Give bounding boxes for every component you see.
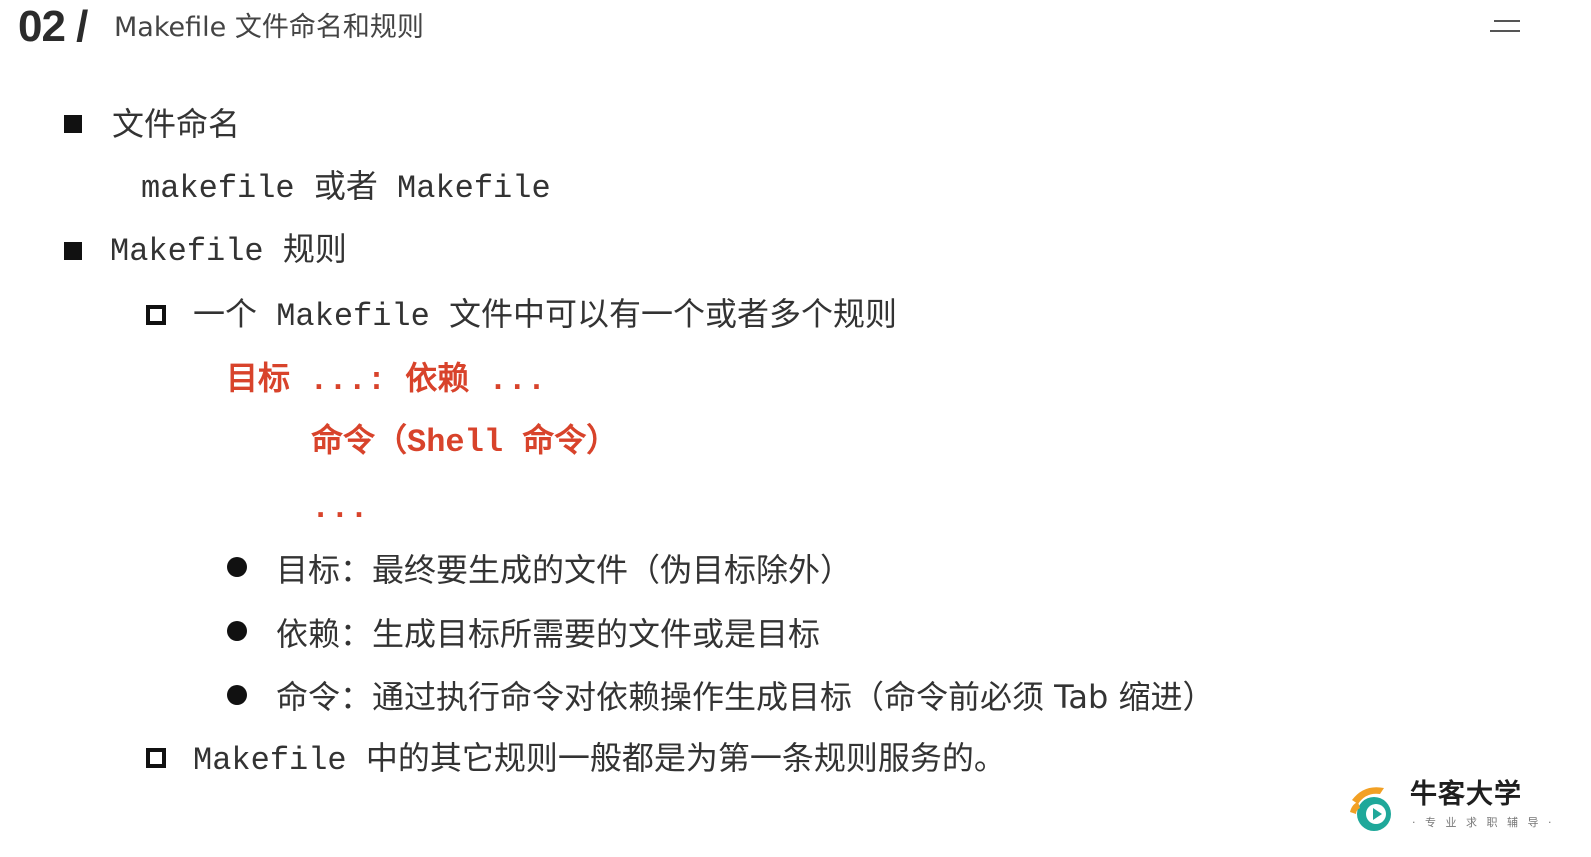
dot-bullet — [227, 557, 247, 577]
syntax-ellipsis-line: ... — [311, 490, 369, 527]
section-file-naming-title: 文件命名 — [112, 105, 241, 143]
file-naming-detail: makefile 或者 Makefile — [141, 170, 551, 207]
dot-bullet — [227, 621, 247, 641]
niuke-logo-icon — [1350, 787, 1391, 831]
hollow-square-bullet — [146, 748, 166, 768]
syntax-command-line: 命令（Shell 命令） — [311, 424, 619, 461]
bullet-command-definition: 命令：通过执行命令对依赖操作生成目标（命令前必须 Tab 缩进） — [276, 678, 1215, 716]
slide-title: Makefile 文件命名和规则 — [114, 12, 424, 43]
filled-square-bullet — [64, 242, 82, 260]
section-makefile-rules-title: Makefile 规则 — [110, 233, 347, 270]
other-rules-note: Makefile 中的其它规则一般都是为第一条规则服务的。 — [193, 742, 1006, 779]
logo-name: 牛客大学 — [1410, 779, 1522, 810]
logo-tagline: · 专 业 求 职 辅 导 · — [1412, 816, 1555, 829]
menu-icon[interactable] — [1490, 14, 1524, 38]
dot-bullet — [227, 685, 247, 705]
syntax-target-line: 目标 ...: 依赖 ... — [226, 362, 547, 399]
niuke-university-logo: 牛客大学 · 专 业 求 职 辅 导 · — [1346, 776, 1551, 840]
bullet-target-definition: 目标：最终要生成的文件（伪目标除外） — [276, 551, 853, 589]
slide-number: 02 / — [18, 2, 88, 51]
bullet-dependency-definition: 依赖：生成目标所需要的文件或是目标 — [276, 615, 821, 653]
rules-description: 一个 Makefile 文件中可以有一个或者多个规则 — [193, 298, 898, 335]
hollow-square-bullet — [146, 305, 166, 325]
filled-square-bullet — [64, 115, 82, 133]
